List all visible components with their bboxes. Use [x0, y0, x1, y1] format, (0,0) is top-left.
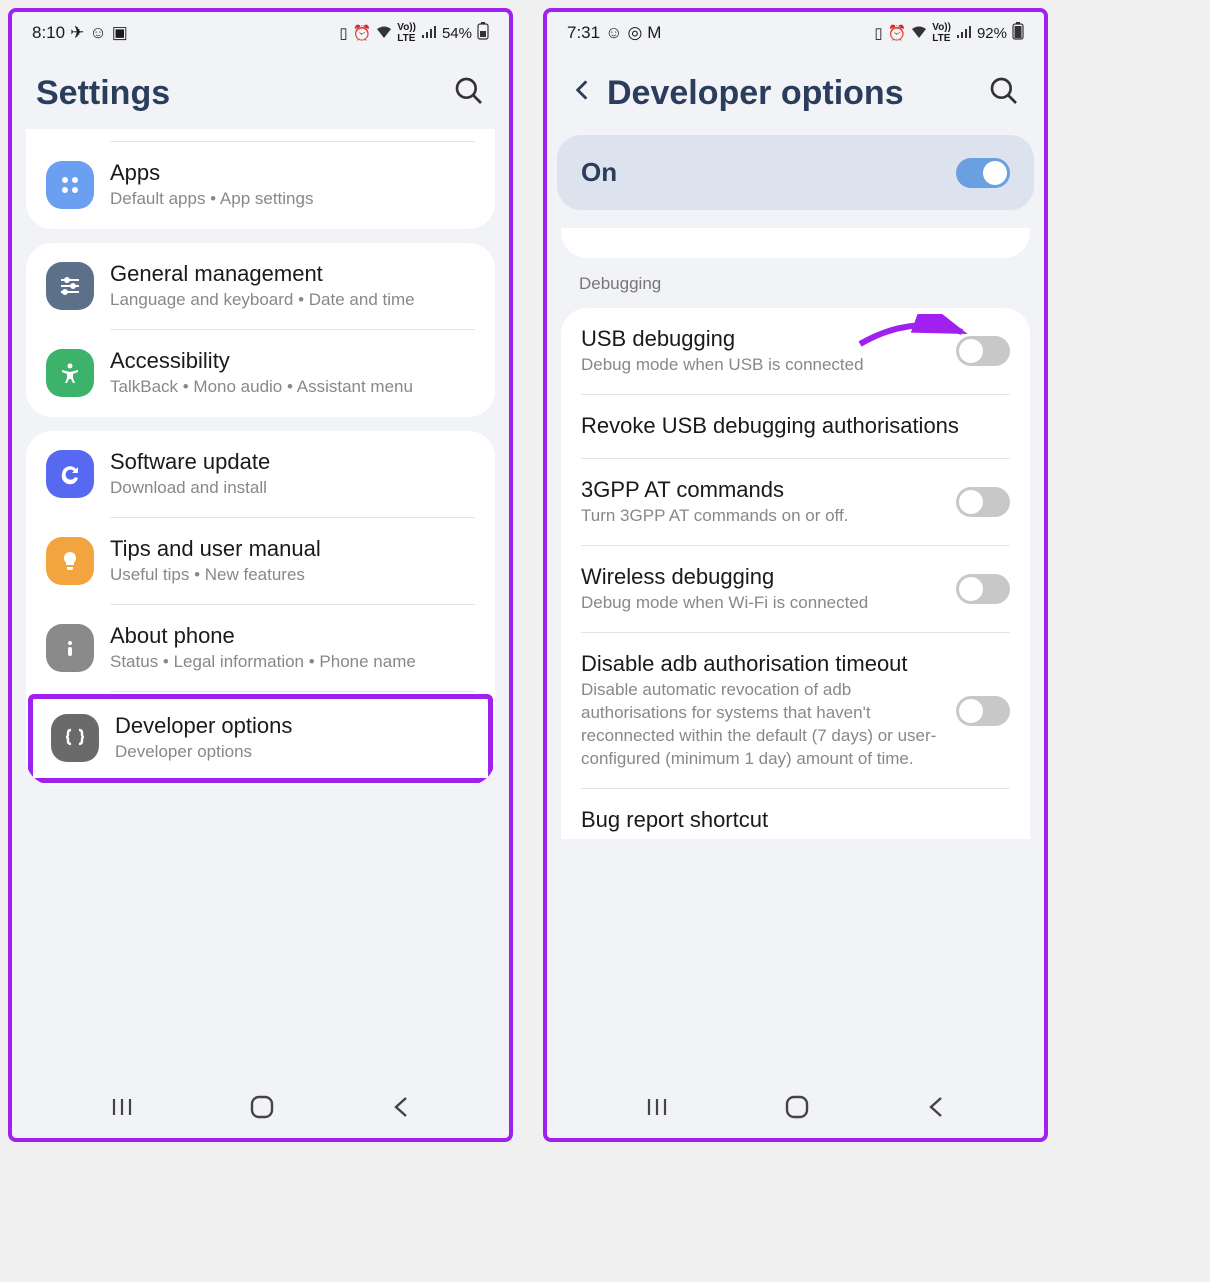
item-title: Software update [110, 449, 475, 475]
battery-icon [477, 22, 489, 44]
back-button[interactable] [926, 1095, 946, 1124]
nav-bar [547, 1076, 1044, 1138]
header: Developer options [547, 50, 1044, 129]
wifi-icon [376, 25, 392, 42]
highlight-annotation: Developer options Developer options [28, 694, 493, 783]
alarm-icon: ⏰ [888, 24, 907, 42]
wireless-debugging-toggle[interactable] [956, 574, 1010, 604]
content-scroll[interactable]: Apps Default apps • App settings General… [12, 129, 509, 1076]
developer-options-screen: 7:31 ☺ ◎ M ▯ ⏰ Vo))LTE 92% Developer opt… [543, 8, 1048, 1142]
item-subtitle: Status • Legal information • Phone name [110, 651, 475, 674]
master-toggle-row[interactable]: On [557, 135, 1034, 210]
list-item-revoke[interactable]: Revoke USB debugging authorisations [561, 395, 1030, 459]
volte-icon: Vo))LTE [397, 22, 416, 44]
braces-icon [51, 714, 99, 762]
list-item-developer[interactable]: Developer options Developer options [33, 699, 488, 778]
item-title: Tips and user manual [110, 536, 475, 562]
vibrate-icon: ▯ [874, 24, 882, 42]
home-button[interactable] [784, 1094, 810, 1125]
item-subtitle: Turn 3GPP AT commands on or off. [581, 505, 940, 528]
list-item-bug-report[interactable]: Bug report shortcut [561, 789, 1030, 839]
item-title: 3GPP AT commands [581, 477, 940, 503]
status-bar: 8:10 ✈ ☺ ▣ ▯ ⏰ Vo))LTE 54% [12, 12, 509, 50]
list-item-general[interactable]: General management Language and keyboard… [26, 243, 495, 330]
item-title: Bug report shortcut [581, 807, 1010, 833]
page-title: Developer options [607, 74, 974, 113]
item-subtitle: Debug mode when Wi-Fi is connected [581, 592, 940, 615]
item-title: About phone [110, 623, 475, 649]
list-item-3gpp[interactable]: 3GPP AT commands Turn 3GPP AT commands o… [561, 459, 1030, 546]
list-item-apps[interactable]: Apps Default apps • App settings [26, 142, 495, 229]
item-title: Wireless debugging [581, 564, 940, 590]
page-title: Settings [36, 74, 439, 113]
whatsapp-icon: ☺ [605, 23, 622, 43]
item-subtitle: TalkBack • Mono audio • Assistant menu [110, 376, 475, 399]
item-title: Developer options [115, 713, 470, 739]
gmail-icon: M [647, 23, 661, 43]
telegram-icon: ✈ [70, 23, 84, 43]
3gpp-toggle[interactable] [956, 487, 1010, 517]
item-subtitle: Disable automatic revocation of adb auth… [581, 679, 940, 771]
signal-icon [956, 25, 972, 42]
list-item-tips[interactable]: Tips and user manual Useful tips • New f… [26, 518, 495, 605]
debugging-group: USB debugging Debug mode when USB is con… [561, 308, 1030, 839]
status-time: 8:10 [32, 23, 65, 43]
item-subtitle: Language and keyboard • Date and time [110, 289, 475, 312]
content-scroll[interactable]: Debugging USB debugging Debug mode when … [547, 228, 1044, 1076]
item-title: Disable adb authorisation timeout [581, 651, 940, 677]
wifi-icon [911, 25, 927, 42]
item-subtitle: Download and install [110, 477, 475, 500]
battery-percent: 54% [442, 25, 472, 42]
item-subtitle: Useful tips • New features [110, 564, 475, 587]
item-title: Revoke USB debugging authorisations [581, 413, 1010, 439]
back-icon[interactable] [571, 77, 593, 110]
item-title: Accessibility [110, 348, 475, 374]
whatsapp-icon: ☺ [89, 23, 106, 43]
list-item-wireless-debugging[interactable]: Wireless debugging Debug mode when Wi-Fi… [561, 546, 1030, 633]
refresh-icon [46, 450, 94, 498]
item-subtitle: Default apps • App settings [110, 188, 475, 211]
nav-bar [12, 1076, 509, 1138]
recents-button[interactable] [110, 1095, 134, 1124]
preceding-card-fragment [561, 228, 1030, 258]
list-item-usb-debugging[interactable]: USB debugging Debug mode when USB is con… [561, 308, 1030, 395]
list-item-software-update[interactable]: Software update Download and install [26, 431, 495, 518]
item-title: General management [110, 261, 475, 287]
search-icon[interactable] [453, 75, 485, 112]
apps-icon [46, 161, 94, 209]
sliders-icon [46, 262, 94, 310]
accessibility-icon [46, 349, 94, 397]
list-item-accessibility[interactable]: Accessibility TalkBack • Mono audio • As… [26, 330, 495, 417]
battery-icon [1012, 22, 1024, 44]
master-toggle[interactable] [956, 158, 1010, 188]
info-icon [46, 624, 94, 672]
signal-icon [421, 25, 437, 42]
home-button[interactable] [249, 1094, 275, 1125]
bulb-icon [46, 537, 94, 585]
recents-button[interactable] [645, 1095, 669, 1124]
instagram-icon: ◎ [627, 23, 642, 43]
master-toggle-label: On [581, 157, 617, 188]
search-icon[interactable] [988, 75, 1020, 112]
settings-screen: 8:10 ✈ ☺ ▣ ▯ ⏰ Vo))LTE 54% Settings [8, 8, 513, 1142]
status-time: 7:31 [567, 23, 600, 43]
item-subtitle: Developer options [115, 741, 470, 764]
status-bar: 7:31 ☺ ◎ M ▯ ⏰ Vo))LTE 92% [547, 12, 1044, 50]
alarm-icon: ⏰ [353, 24, 372, 42]
settings-group: Apps Default apps • App settings [26, 129, 495, 229]
section-label-debugging: Debugging [557, 264, 1034, 300]
list-item-about[interactable]: About phone Status • Legal information •… [26, 605, 495, 692]
adb-timeout-toggle[interactable] [956, 696, 1010, 726]
vibrate-icon: ▯ [339, 24, 347, 42]
list-item-adb-timeout[interactable]: Disable adb authorisation timeout Disabl… [561, 633, 1030, 789]
battery-percent: 92% [977, 25, 1007, 42]
settings-group: Software update Download and install Tip… [26, 431, 495, 785]
arrow-annotation [852, 314, 972, 358]
settings-group: General management Language and keyboard… [26, 243, 495, 417]
back-button[interactable] [391, 1095, 411, 1124]
volte-icon: Vo))LTE [932, 22, 951, 44]
item-title: Apps [110, 160, 475, 186]
photos-icon: ▣ [112, 23, 128, 43]
header: Settings [12, 50, 509, 129]
